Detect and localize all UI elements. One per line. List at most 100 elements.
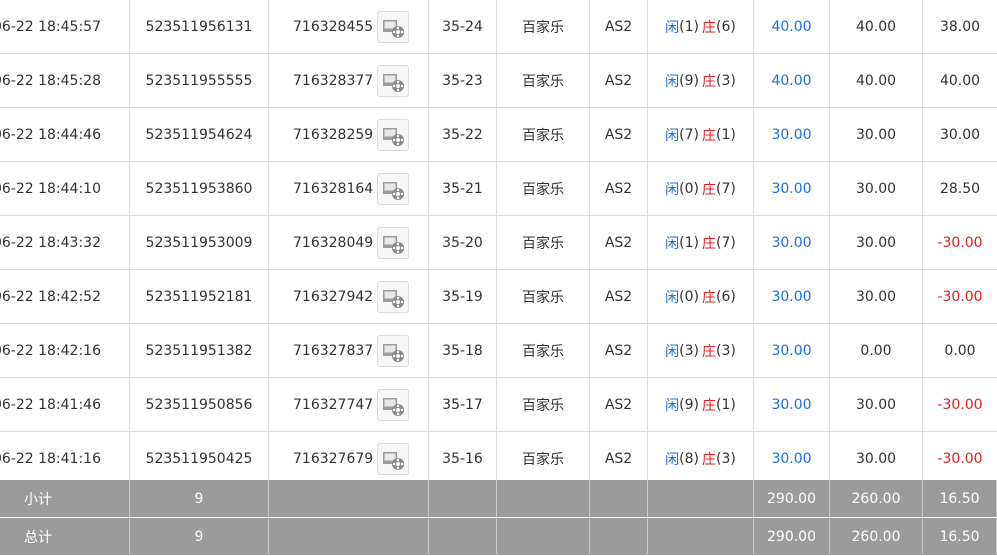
subtotal-count: 9 bbox=[130, 480, 269, 518]
game-result: 闲 (0) 庄 (6) bbox=[648, 270, 754, 324]
table-row: 6-06-22 18:41:16 523511950425 716327679 … bbox=[0, 432, 997, 486]
game-id: 716328049 bbox=[293, 234, 374, 251]
banker-label: 庄 bbox=[702, 181, 716, 198]
subtotal-row: 小计 9 290.00 260.00 16.50 bbox=[0, 480, 997, 518]
bet-time: 6-06-22 18:42:16 bbox=[0, 324, 130, 378]
table-row: 6-06-22 18:42:16 523511951382 716327837 … bbox=[0, 324, 997, 378]
player-label: 闲 bbox=[665, 397, 680, 414]
bet-id: 523511956131 bbox=[130, 0, 269, 54]
player-score: (9) bbox=[679, 72, 699, 89]
game-id: 716327747 bbox=[293, 396, 374, 413]
video-replay-icon[interactable] bbox=[377, 334, 410, 367]
win-loss: 28.50 bbox=[923, 162, 997, 216]
bet-amount: 40.00 bbox=[754, 0, 830, 54]
game-result: 闲 (9) 庄 (1) bbox=[648, 378, 754, 432]
game-id: 716328455 bbox=[293, 18, 374, 35]
player-score: (1) bbox=[679, 18, 699, 35]
subtotal-valid-bet: 260.00 bbox=[830, 480, 923, 518]
table-code: AS2 bbox=[590, 0, 648, 54]
video-replay-icon[interactable] bbox=[377, 118, 410, 151]
game-id: 716327942 bbox=[293, 288, 374, 305]
video-replay-icon[interactable] bbox=[377, 442, 410, 475]
video-replay-icon[interactable] bbox=[377, 388, 410, 421]
shoe-round: 35-23 bbox=[429, 54, 497, 108]
banker-label: 庄 bbox=[702, 235, 716, 252]
valid-bet: 30.00 bbox=[830, 270, 923, 324]
table-row: 6-06-22 18:45:57 523511956131 716328455 … bbox=[0, 0, 997, 54]
bet-amount: 30.00 bbox=[754, 378, 830, 432]
valid-bet: 30.00 bbox=[830, 108, 923, 162]
video-replay-icon[interactable] bbox=[377, 172, 410, 205]
bet-id: 523511954624 bbox=[130, 108, 269, 162]
banker-label: 庄 bbox=[702, 343, 716, 360]
total-empty-cell bbox=[590, 518, 648, 556]
table-row: 6-06-22 18:45:28 523511955555 716328377 … bbox=[0, 54, 997, 108]
game-result: 闲 (0) 庄 (7) bbox=[648, 162, 754, 216]
banker-label: 庄 bbox=[702, 451, 716, 468]
game-type: 百家乐 bbox=[497, 54, 590, 108]
table-row: 6-06-22 18:42:52 523511952181 716327942 … bbox=[0, 270, 997, 324]
table-row: 6-06-22 18:44:46 523511954624 716328259 … bbox=[0, 108, 997, 162]
banker-score: (6) bbox=[716, 18, 736, 35]
shoe-round: 35-19 bbox=[429, 270, 497, 324]
player-label: 闲 bbox=[665, 127, 680, 144]
win-loss: -30.00 bbox=[923, 432, 997, 486]
bet-time: 6-06-22 18:41:16 bbox=[0, 432, 130, 486]
game-type: 百家乐 bbox=[497, 432, 590, 486]
table-code: AS2 bbox=[590, 162, 648, 216]
banker-label: 庄 bbox=[702, 289, 716, 306]
valid-bet: 0.00 bbox=[830, 324, 923, 378]
video-replay-icon[interactable] bbox=[377, 64, 410, 97]
banker-score: (1) bbox=[716, 396, 736, 413]
video-replay-icon[interactable] bbox=[377, 10, 410, 43]
win-loss: -30.00 bbox=[923, 216, 997, 270]
bet-amount: 30.00 bbox=[754, 162, 830, 216]
total-count: 9 bbox=[130, 518, 269, 556]
win-loss: 38.00 bbox=[923, 0, 997, 54]
bet-amount: 40.00 bbox=[754, 54, 830, 108]
subtotal-empty-cell bbox=[497, 480, 590, 518]
banker-score: (3) bbox=[716, 450, 736, 467]
shoe-round: 35-16 bbox=[429, 432, 497, 486]
banker-label: 庄 bbox=[702, 127, 716, 144]
banker-label: 庄 bbox=[702, 19, 716, 36]
subtotal-empty-cell bbox=[648, 480, 754, 518]
bet-amount: 30.00 bbox=[754, 432, 830, 486]
banker-score: (7) bbox=[716, 180, 736, 197]
total-row: 总计 9 290.00 260.00 16.50 bbox=[0, 518, 997, 556]
bet-time: 6-06-22 18:45:57 bbox=[0, 0, 130, 54]
bet-amount: 30.00 bbox=[754, 216, 830, 270]
total-empty-cell bbox=[429, 518, 497, 556]
win-loss: 0.00 bbox=[923, 324, 997, 378]
bet-amount: 30.00 bbox=[754, 108, 830, 162]
game-id-cell: 716328377 bbox=[269, 54, 429, 108]
subtotal-empty-cell bbox=[429, 480, 497, 518]
banker-score: (6) bbox=[716, 288, 736, 305]
bet-amount: 30.00 bbox=[754, 270, 830, 324]
bet-time: 6-06-22 18:42:52 bbox=[0, 270, 130, 324]
bet-id: 523511955555 bbox=[130, 54, 269, 108]
shoe-round: 35-18 bbox=[429, 324, 497, 378]
table-code: AS2 bbox=[590, 54, 648, 108]
video-replay-icon[interactable] bbox=[377, 280, 410, 313]
banker-label: 庄 bbox=[702, 397, 716, 414]
total-empty-cell bbox=[269, 518, 429, 556]
bet-time: 6-06-22 18:44:46 bbox=[0, 108, 130, 162]
win-loss: -30.00 bbox=[923, 270, 997, 324]
video-replay-icon[interactable] bbox=[377, 226, 410, 259]
game-type: 百家乐 bbox=[497, 0, 590, 54]
game-id-cell: 716327837 bbox=[269, 324, 429, 378]
table-code: AS2 bbox=[590, 324, 648, 378]
subtotal-empty-cell bbox=[590, 480, 648, 518]
subtotal-win-loss: 16.50 bbox=[923, 480, 997, 518]
game-result: 闲 (8) 庄 (3) bbox=[648, 432, 754, 486]
subtotal-bet-amount: 290.00 bbox=[754, 480, 830, 518]
bet-id: 523511953009 bbox=[130, 216, 269, 270]
bet-id: 523511952181 bbox=[130, 270, 269, 324]
game-type: 百家乐 bbox=[497, 162, 590, 216]
player-label: 闲 bbox=[665, 19, 680, 36]
game-type: 百家乐 bbox=[497, 216, 590, 270]
player-score: (7) bbox=[679, 126, 699, 143]
table-code: AS2 bbox=[590, 378, 648, 432]
game-type: 百家乐 bbox=[497, 378, 590, 432]
